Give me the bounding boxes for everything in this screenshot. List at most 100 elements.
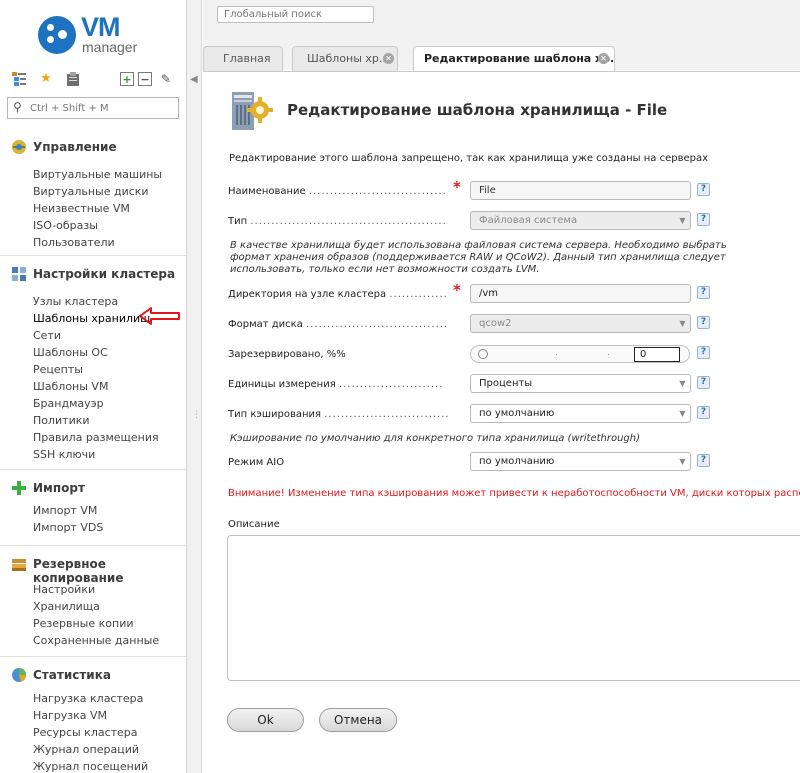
sidebar-item-visits-log[interactable]: Журнал посещений: [0, 758, 186, 773]
close-icon[interactable]: ✕: [383, 53, 394, 64]
sidebar-item-backups[interactable]: Резервные копии: [0, 615, 186, 632]
section-header[interactable]: Статистика: [0, 667, 186, 687]
reserved-slider[interactable]: 0: [470, 345, 690, 363]
type-hint-line: использовать, только если нет возможност…: [230, 264, 540, 275]
sidebar-search[interactable]: ⚲: [7, 97, 179, 119]
units-label: Единицы измерения ......................…: [228, 379, 444, 390]
divider: [0, 545, 186, 546]
tree-view-icon[interactable]: [11, 71, 27, 87]
sidebar-splitter[interactable]: ◀ ⋮: [187, 0, 202, 773]
type-select[interactable]: Файловая система ▼: [470, 211, 691, 230]
sidebar-item-vm-templates[interactable]: Шаблоны VM: [0, 378, 186, 395]
splitter-grip-icon[interactable]: ⋮: [192, 411, 201, 420]
sidebar-item-virtual-disks[interactable]: Виртуальные диски: [0, 183, 186, 200]
collapse-all-icon[interactable]: −: [138, 72, 152, 86]
help-icon[interactable]: ?: [697, 376, 710, 389]
section-cluster-settings: Настройки кластера Узлы кластера Шаблоны…: [0, 266, 186, 463]
disk-format-select[interactable]: qcow2 ▼: [470, 314, 691, 333]
directory-field[interactable]: /vm: [470, 284, 691, 303]
section-management: Управление Виртуальные машины Виртуальны…: [0, 139, 186, 251]
chevron-down-icon: ▼: [679, 409, 686, 418]
sidebar-item-recipes[interactable]: Рецепты: [0, 361, 186, 378]
tab-label: Редактирование шаблона хр...: [424, 52, 615, 65]
cache-warning: Внимание! Изменение типа кэширования мож…: [228, 488, 800, 499]
type-label: Тип ....................................…: [228, 216, 448, 227]
sidebar-item-saved-data[interactable]: Сохраненные данные: [0, 632, 186, 649]
tab-edit-storage-template[interactable]: Редактирование шаблона хр... ✕: [413, 46, 615, 72]
chevron-down-icon: ▼: [679, 379, 686, 388]
global-search-input[interactable]: [217, 6, 374, 23]
tab-home[interactable]: Главная: [203, 46, 283, 71]
sidebar-item-operations-log[interactable]: Журнал операций: [0, 741, 186, 758]
sidebar-item-vm-load[interactable]: Нагрузка VM: [0, 707, 186, 724]
section-title: Статистика: [33, 668, 111, 682]
type-hint-line: формат хранения образов (поддерживается …: [230, 252, 726, 263]
edit-forbidden-notice: Редактирование этого шаблона запрещено, …: [229, 153, 709, 164]
sidebar-item-users[interactable]: Пользователи: [0, 234, 186, 251]
chevron-down-icon: ▼: [679, 457, 686, 466]
help-icon[interactable]: ?: [697, 454, 710, 467]
import-plus-icon: [11, 480, 27, 496]
management-icon: [11, 139, 27, 155]
sidebar-item-networks[interactable]: Сети: [0, 327, 186, 344]
close-icon[interactable]: ✕: [598, 53, 609, 64]
expand-all-icon[interactable]: +: [120, 72, 134, 86]
sidebar-item-os-templates[interactable]: Шаблоны ОС: [0, 344, 186, 361]
aio-mode-select[interactable]: по умолчанию ▼: [470, 452, 691, 471]
help-icon[interactable]: ?: [697, 406, 710, 419]
sidebar-item-backup-storages[interactable]: Хранилища: [0, 598, 186, 615]
pin-icon[interactable]: ✎: [158, 71, 174, 87]
description-textarea[interactable]: [227, 535, 800, 681]
help-icon[interactable]: ?: [697, 213, 710, 226]
sidebar-item-firewall[interactable]: Брандмауэр: [0, 395, 186, 412]
sidebar-item-unknown-vm[interactable]: Неизвестные VM: [0, 200, 186, 217]
ok-button[interactable]: Ok: [227, 708, 304, 732]
red-arrow-annotation: [139, 307, 180, 325]
help-icon[interactable]: ?: [697, 183, 710, 196]
cache-type-label: Тип кэширования ........................…: [228, 409, 448, 420]
cache-type-select[interactable]: по умолчанию ▼: [470, 404, 691, 423]
tab-label: Главная: [223, 52, 271, 65]
vmmanager-logo[interactable]: VM manager: [38, 12, 158, 58]
divider: [0, 656, 186, 657]
statistics-pie-icon: [11, 667, 27, 683]
sidebar-item-policies[interactable]: Политики: [0, 412, 186, 429]
collapse-sidebar-icon[interactable]: ◀: [190, 74, 198, 85]
section-header[interactable]: Управление: [0, 139, 186, 159]
sidebar-item-cluster-load[interactable]: Нагрузка кластера: [0, 690, 186, 707]
reserved-label: Зарезервировано, %%: [228, 349, 346, 360]
slider-handle[interactable]: [478, 349, 488, 359]
description-label: Описание: [228, 519, 280, 530]
units-select[interactable]: Проценты ▼: [470, 374, 691, 393]
cluster-settings-icon: [11, 266, 27, 282]
section-title: Импорт: [33, 481, 85, 495]
tab-storage-templates[interactable]: Шаблоны хр... ✕: [292, 46, 398, 71]
sidebar-item-import-vm[interactable]: Импорт VM: [0, 502, 186, 519]
sidebar-search-input[interactable]: [30, 100, 175, 116]
help-icon[interactable]: ?: [697, 346, 710, 359]
section-header[interactable]: Настройки кластера: [0, 266, 186, 286]
page-title: Редактирование шаблона хранилища - File: [287, 101, 668, 119]
help-icon[interactable]: ?: [697, 286, 710, 299]
sidebar-item-import-vds[interactable]: Импорт VDS: [0, 519, 186, 536]
sidebar-item-ssh-keys[interactable]: SSH ключи: [0, 446, 186, 463]
search-icon: ⚲: [13, 100, 22, 114]
sidebar-item-virtual-machines[interactable]: Виртуальные машины: [0, 166, 186, 183]
top-bar: Главная Шаблоны хр... ✕ › Редактирование…: [203, 0, 800, 72]
reserved-value-input[interactable]: 0: [634, 347, 680, 362]
disk-format-label: Формат диска ...........................…: [228, 319, 448, 330]
favorites-star-icon[interactable]: ★: [38, 71, 54, 87]
cancel-button[interactable]: Отмена: [319, 708, 397, 732]
name-field[interactable]: File: [470, 181, 691, 200]
logo-ball-icon: [38, 16, 76, 54]
sidebar-item-placement-rules[interactable]: Правила размещения: [0, 429, 186, 446]
section-header[interactable]: Импорт: [0, 480, 186, 500]
clipboard-icon[interactable]: [65, 71, 81, 87]
help-icon[interactable]: ?: [697, 316, 710, 329]
section-header[interactable]: Резервное копирование: [0, 556, 186, 585]
aio-mode-label: Режим AIO: [228, 457, 285, 468]
divider: [0, 255, 186, 256]
sidebar-item-iso-images[interactable]: ISO-образы: [0, 217, 186, 234]
sidebar-item-backup-settings[interactable]: Настройки: [0, 581, 186, 598]
sidebar-item-cluster-resources[interactable]: Ресурсы кластера: [0, 724, 186, 741]
